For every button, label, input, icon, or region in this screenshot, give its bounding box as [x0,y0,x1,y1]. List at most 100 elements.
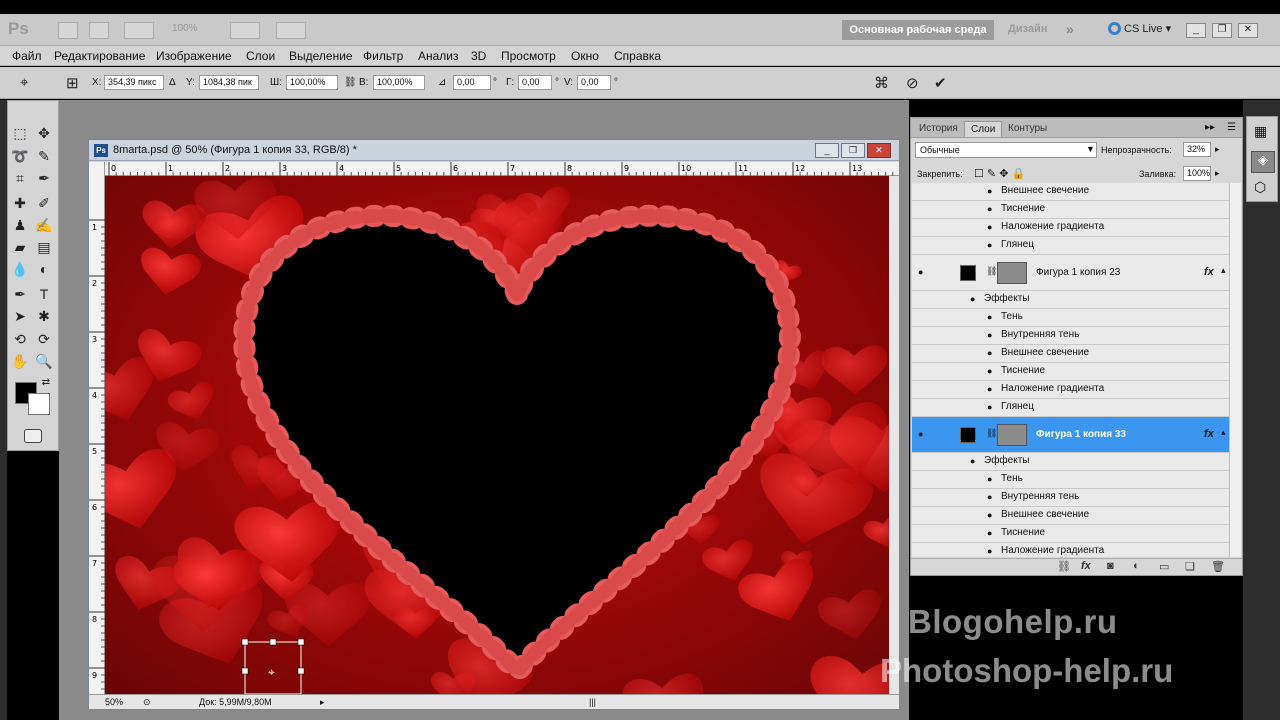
eye-icon[interactable]: ● [987,312,992,322]
lock-icons[interactable]: ☐ ✎ ✥ 🔒 [974,167,1025,180]
launch-mini-bridge-button[interactable] [89,22,109,39]
skew-v-field[interactable]: 0,00 [577,75,611,90]
history-brush-tool-icon[interactable]: ✍ [34,215,54,235]
more-workspaces-button[interactable]: » [1066,21,1074,37]
layer-fx-icon[interactable]: fx [1204,428,1214,440]
menu-image[interactable]: Изображение [156,49,232,63]
x-field[interactable]: 354,39 пикс [104,75,164,90]
eye-icon[interactable]: ● [987,510,992,520]
menu-edit[interactable]: Редактирование [54,49,145,63]
document-close-button[interactable]: ✕ [867,143,891,158]
eye-icon[interactable]: ● [987,222,992,232]
restore-button[interactable]: ❐ [1212,23,1232,38]
close-button[interactable]: ✕ [1238,23,1258,38]
zoom-tool-icon[interactable]: 🔍 [34,351,54,371]
eye-icon[interactable]: ● [987,474,992,484]
status-menu-arrow-icon[interactable]: ▸ [320,697,325,708]
horizontal-ruler[interactable]: 0 1 2 3 4 5 6 7 8 9 10 11 12 13 [105,162,901,176]
workspace-essentials-button[interactable]: Основная рабочая среда [842,20,994,40]
type-tool-icon[interactable]: T [34,284,54,304]
effect-row[interactable]: ● Внутренняя тень [912,489,1229,507]
eye-icon[interactable]: ● [987,546,992,556]
menu-layers[interactable]: Слои [246,49,275,63]
menu-help[interactable]: Справка [614,49,661,63]
move-tool-icon[interactable]: ✥ [34,123,54,143]
eye-icon[interactable]: ● [987,348,992,358]
blend-mode-select[interactable]: Обычные [915,142,1097,158]
eye-icon[interactable]: ● [987,240,992,250]
new-group-icon[interactable]: ▭ [1159,560,1169,573]
paths-panel-icon[interactable]: ⬡ [1254,179,1266,196]
menu-select[interactable]: Выделение [289,49,353,63]
eye-icon[interactable]: ● [987,384,992,394]
quick-selection-tool-icon[interactable]: ✎ [34,146,54,166]
angle-field[interactable]: 0,00 [453,75,491,90]
eye-icon[interactable]: ● [987,528,992,538]
document-vertical-scrollbar[interactable] [889,176,899,694]
path-selection-tool-icon[interactable]: ➤ [10,306,30,326]
pen-tool-icon[interactable]: ✒ [10,284,30,304]
horizontal-scroll-thumb[interactable]: ||| [589,697,596,707]
3d-orbit-tool-icon[interactable]: ⟳ [34,329,54,349]
arrange-documents-button[interactable] [230,22,260,39]
document-title-bar[interactable]: Ps 8marta.psd @ 50% (Фигура 1 копия 33, … [89,140,899,161]
lasso-tool-icon[interactable]: ➰ [10,146,30,166]
chain-link-icon[interactable]: ⛓ [986,428,997,439]
expand-effects-icon[interactable]: ▴ [1221,427,1226,438]
effect-row[interactable]: ● Внешнее свечение [912,507,1229,525]
workspace-design-button[interactable]: Дизайн [1008,23,1047,35]
brush-tool-icon[interactable]: ✐ [34,193,54,213]
effects-group-row[interactable]: ● Эффекты [912,291,1229,309]
eye-icon[interactable]: ● [987,186,992,196]
transform-bounding-box[interactable]: ⌖ [241,638,305,694]
collapse-panel-icon[interactable]: ▸▸ [1205,122,1215,133]
background-color-swatch[interactable] [28,393,50,415]
view-extras-button[interactable] [124,22,154,39]
effect-row[interactable]: ● Внутренняя тень [912,327,1229,345]
expand-effects-icon[interactable]: ▴ [1221,265,1226,276]
effects-group-row[interactable]: ● Эффекты [912,453,1229,471]
fill-field[interactable]: 100% [1183,166,1211,181]
effect-row[interactable]: ● Наложение градиента [912,381,1229,399]
effect-row[interactable]: ● Внешнее свечение [912,183,1229,201]
opacity-slider-icon[interactable]: ▸ [1215,144,1220,155]
healing-brush-tool-icon[interactable]: ✚ [10,193,30,213]
hand-tool-icon[interactable]: ✋ [10,351,30,371]
layer-row-copy-33-selected[interactable]: ● ⛓ Фигура 1 копия 33 fx ▴ [912,417,1229,453]
dodge-tool-icon[interactable]: ◐ [34,259,54,279]
effect-row[interactable]: ● Тиснение [912,201,1229,219]
gradient-tool-icon[interactable]: ▤ [34,237,54,257]
chain-link-icon[interactable]: ⛓ [986,266,997,277]
eye-icon[interactable]: ● [987,492,992,502]
link-icon[interactable]: ⛓ [344,77,357,88]
document-zoom-field[interactable]: 50% [105,697,123,707]
status-menu-icon[interactable]: ⊙ [143,697,151,708]
menu-3d[interactable]: 3D [471,49,486,63]
y-field[interactable]: 1084,38 пик [199,75,259,90]
effect-row[interactable]: ● Внешнее свечение [912,345,1229,363]
marquee-tool-icon[interactable]: ⬚ [10,123,30,143]
height-field[interactable]: 100,00% [373,75,425,90]
layer-fx-icon[interactable]: fx [1204,266,1214,278]
eye-icon[interactable]: ● [987,366,992,376]
quick-mask-button[interactable] [24,429,42,443]
layers-panel-icon[interactable]: ◈ [1251,151,1275,173]
menu-window[interactable]: Окно [571,49,599,63]
menu-filter[interactable]: Фильтр [363,49,403,63]
effect-row[interactable]: ● Глянец [912,399,1229,417]
3d-rotate-tool-icon[interactable]: ⟲ [10,329,30,349]
adjustment-layer-icon[interactable]: ◐ [1133,560,1140,572]
cs-live-menu[interactable]: CS Live ▾ [1108,22,1171,35]
launch-bridge-button[interactable] [58,22,78,39]
reference-point-icon[interactable]: ⊞ [66,74,79,92]
custom-shape-tool-icon[interactable]: ✱ [34,306,54,326]
layer-visibility-eye-icon[interactable]: ● [918,429,923,439]
layer-row-copy-23[interactable]: ● ⛓ Фигура 1 копия 23 fx ▴ [912,255,1229,291]
panel-menu-icon[interactable]: ☰ [1227,122,1236,133]
eye-icon[interactable]: ● [970,294,975,304]
commit-transform-icon[interactable]: ✔ [934,74,947,92]
layers-scrollbar[interactable] [1229,183,1241,557]
tab-layers[interactable]: Слои [964,121,1003,137]
add-layer-style-icon[interactable]: fx [1081,560,1091,572]
warp-mode-icon[interactable]: ⌘ [874,74,889,92]
